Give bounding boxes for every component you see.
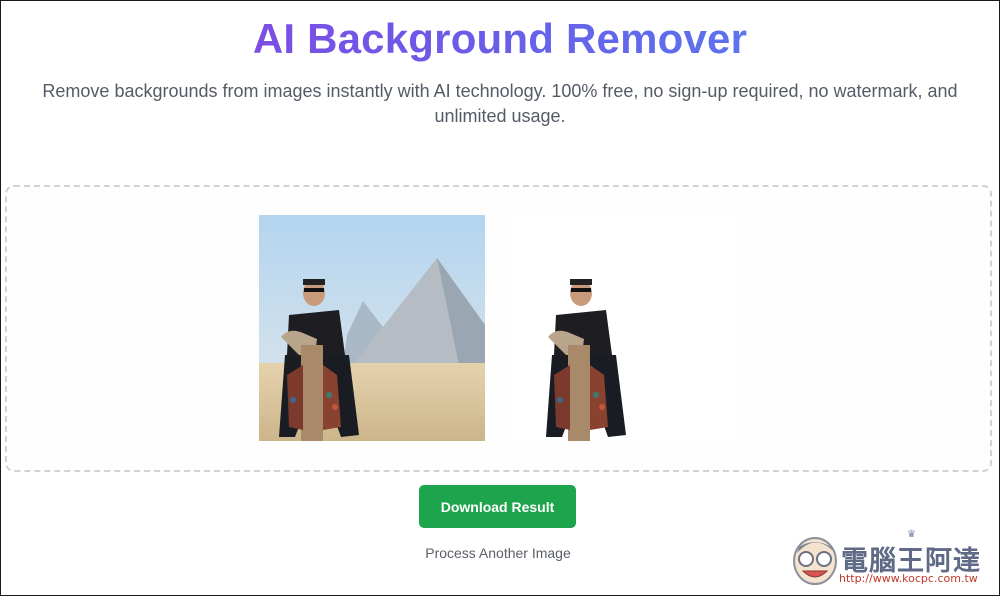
download-result-button[interactable]: Download Result bbox=[419, 485, 576, 528]
page-title-text: AI Background Remover bbox=[252, 15, 748, 62]
original-photo-graphic bbox=[259, 215, 485, 441]
original-image bbox=[259, 215, 485, 441]
watermark-url: http://www.kocpc.com.tw bbox=[839, 572, 978, 585]
result-photo-graphic bbox=[514, 215, 740, 441]
watermark: ♛ 電腦王阿達 http://www.kocpc.com.tw bbox=[791, 529, 993, 589]
transparent-background bbox=[514, 215, 740, 441]
page-title: AI Background Remover bbox=[1, 15, 999, 63]
result-image bbox=[514, 215, 740, 441]
process-another-link[interactable]: Process Another Image bbox=[425, 545, 571, 561]
mascot-face-icon bbox=[793, 537, 837, 585]
app-window: AI Background Remover Remove backgrounds… bbox=[0, 0, 1000, 596]
page-subtitle: Remove backgrounds from images instantly… bbox=[42, 81, 958, 126]
image-dropzone[interactable] bbox=[5, 185, 992, 472]
